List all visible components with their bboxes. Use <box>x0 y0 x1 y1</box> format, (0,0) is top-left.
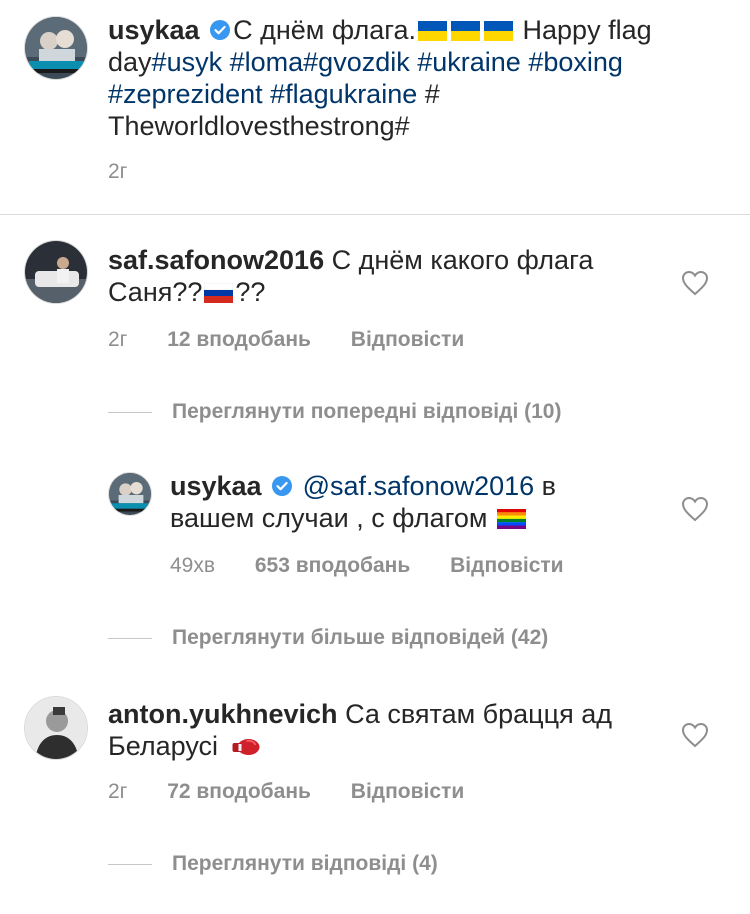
view-replies-line <box>108 638 152 639</box>
rainbow-flag-icon <box>496 509 526 529</box>
comment-1-text: saf.safonow2016 С днём какого флага Саня… <box>108 244 668 308</box>
view-replies-button[interactable]: Переглянути відповіді (4) <box>172 852 438 876</box>
reply-text: usykaa @saf.safonow2016 в вашем случаи ,… <box>170 470 670 534</box>
comment-3-reply-button[interactable]: Відповісти <box>351 780 464 803</box>
view-replies-line <box>108 864 152 865</box>
view-more-replies-button[interactable]: Переглянути більше відповідей (42) <box>172 626 548 650</box>
commenter-avatar-image <box>25 241 87 303</box>
hashtag-zeprezident[interactable]: #zeprezident <box>108 79 263 109</box>
view-previous-replies-button[interactable]: Переглянути попередні відповіді (10) <box>172 400 561 424</box>
comment-3-likes[interactable]: 72 вподобань <box>167 780 311 803</box>
caption-divider <box>0 214 750 215</box>
hashtag-boxing[interactable]: #boxing <box>528 47 623 77</box>
author-avatar[interactable] <box>24 16 88 80</box>
comment-1-reply-button[interactable]: Відповісти <box>351 328 464 351</box>
ukraine-flag-icon <box>484 21 514 41</box>
author-avatar-image <box>25 17 87 79</box>
russia-flag-icon <box>204 283 234 303</box>
ukraine-flag-icon <box>418 21 448 41</box>
comment-1-likes[interactable]: 12 вподобань <box>167 328 311 351</box>
hashtag-loma[interactable]: #loma <box>230 47 304 77</box>
ukraine-flag-icon <box>451 21 481 41</box>
view-replies-line <box>108 412 152 413</box>
hash-symbol: # <box>417 79 440 109</box>
comment-3-text: anton.yukhnevich Са святам брацця ад Бел… <box>108 698 668 762</box>
reply-meta: 49хв 653 вподобань Відповісти <box>170 554 598 578</box>
comment-3-body-line2: Беларусі <box>108 731 219 761</box>
comment-1-time: 2г <box>108 328 128 351</box>
comment-1-body-line1: С днём какого флага <box>331 245 594 275</box>
comment-3-username[interactable]: anton.yukhnevich <box>108 699 338 729</box>
caption-text-start: С днём флага. <box>233 15 417 45</box>
comment-3-time: 2г <box>108 780 128 803</box>
comment-1-body-line2-start: Саня?? <box>108 277 203 307</box>
caption-meta: 2г <box>108 160 161 184</box>
reply-author-avatar[interactable] <box>108 472 152 516</box>
hashtag-flagukraine[interactable]: #flagukraine <box>270 79 417 109</box>
comment-1-body-line2-end: ?? <box>235 277 266 307</box>
like-heart-icon[interactable] <box>681 722 709 748</box>
comment-3-body-line1: Са святам брацця ад <box>345 699 613 729</box>
caption-text: usykaa С днём флага. Happy flag day#usyk… <box>108 14 728 142</box>
reply-author-avatar-image <box>109 473 151 515</box>
commenter-avatar[interactable] <box>24 696 88 760</box>
caption-last-line: Theworldlovesthestrong# <box>108 111 410 141</box>
verified-badge-icon <box>210 20 231 40</box>
reply-likes[interactable]: 653 вподобань <box>255 554 410 577</box>
caption-time: 2г <box>108 160 128 183</box>
boxing-glove-icon <box>232 739 260 755</box>
reply-body-line2: вашем случаи , с флагом <box>170 503 488 533</box>
like-heart-icon[interactable] <box>681 270 709 296</box>
hashtag-ukraine[interactable]: #ukraine <box>417 47 521 77</box>
hashtag-usyk[interactable]: #usyk <box>152 47 223 77</box>
reply-time: 49хв <box>170 554 216 577</box>
reply-body-line1: в <box>534 471 557 501</box>
reply-mention[interactable]: @saf.safonow2016 <box>303 471 535 501</box>
like-heart-icon[interactable] <box>681 496 709 522</box>
reply-reply-button[interactable]: Відповісти <box>450 554 563 577</box>
comment-1-meta: 2г 12 вподобань Відповісти <box>108 328 498 352</box>
reply-username[interactable]: usykaa <box>170 471 262 501</box>
hashtag-gvozdik[interactable]: #gvozdik <box>303 47 410 77</box>
verified-badge-icon <box>272 476 293 496</box>
comment-1-username[interactable]: saf.safonow2016 <box>108 245 324 275</box>
comment-3-meta: 2г 72 вподобань Відповісти <box>108 780 498 804</box>
caption-username[interactable]: usykaa <box>108 15 200 45</box>
commenter-avatar[interactable] <box>24 240 88 304</box>
commenter-avatar-image <box>25 697 87 759</box>
